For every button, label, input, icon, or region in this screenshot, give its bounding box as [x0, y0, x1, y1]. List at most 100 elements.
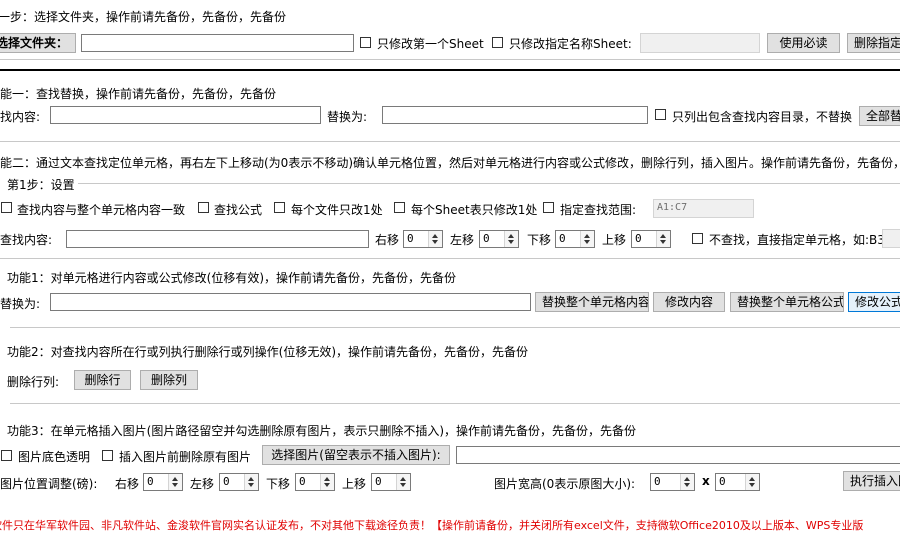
find-formula-checkbox[interactable] — [198, 202, 209, 213]
spin-arrows-icon[interactable] — [656, 231, 670, 247]
image-height-stepper[interactable]: 0 — [715, 473, 760, 491]
func2-right-label: 右移 — [375, 233, 400, 247]
sub3-left-value: 0 — [223, 475, 230, 488]
image-height-value: 0 — [719, 475, 726, 488]
once-per-sheet-label: 每个Sheet表只修改1处 — [411, 203, 538, 217]
spin-arrows-icon[interactable] — [244, 474, 258, 490]
spin-arrows-icon[interactable] — [580, 231, 594, 247]
sub3-left-stepper[interactable]: 0 — [219, 473, 259, 491]
select-folder-button[interactable]: 选择文件夹： — [0, 33, 76, 53]
image-width-value: 0 — [654, 475, 661, 488]
find-formula-label: 查找公式 — [214, 203, 263, 217]
select-image-button[interactable]: 选择图片(留空表示不插入图片): — [262, 445, 450, 465]
range-input[interactable]: A1:C7 — [653, 199, 754, 218]
func2-setup-title: 第1步：设置 — [7, 178, 75, 192]
sub3-left-label: 左移 — [190, 477, 215, 491]
sub3-right-stepper[interactable]: 0 — [143, 473, 183, 491]
divider-1 — [0, 59, 900, 60]
only-named-sheet-label: 只修改指定名称Sheet: — [509, 37, 632, 51]
spin-arrows-icon[interactable] — [504, 231, 518, 247]
size-separator: x — [702, 474, 710, 488]
modify-content-button[interactable]: 修改内容 — [653, 292, 725, 312]
sub3-title: 功能3：在单元格插入图片(图片路径留空并勾选删除原有图片，表示只删除不插入)，操… — [7, 424, 637, 438]
delete-column-button[interactable]: 删除列 — [140, 370, 198, 390]
func2-up-value: 0 — [635, 232, 642, 245]
no-find-checkbox[interactable] — [692, 233, 703, 244]
spin-arrows-icon[interactable] — [428, 231, 442, 247]
replace-all-button[interactable]: 全部替换 — [859, 106, 900, 126]
func2-up-stepper[interactable]: 0 — [631, 230, 671, 248]
delete-existing-images-label: 插入图片前删除原有图片 — [119, 450, 252, 464]
func2-down-label: 下移 — [527, 233, 552, 247]
list-only-label: 只列出包含查找内容目录，不替换 — [672, 110, 853, 124]
func1-find-input[interactable] — [50, 106, 321, 124]
sub3-down-stepper[interactable]: 0 — [295, 473, 335, 491]
setup-group-line — [78, 183, 900, 184]
image-path-input[interactable] — [456, 446, 900, 464]
whole-cell-checkbox[interactable] — [1, 202, 12, 213]
must-read-button[interactable]: 使用必读 — [767, 33, 840, 53]
range-checkbox[interactable] — [543, 202, 554, 213]
divider-2 — [0, 69, 900, 71]
sub3-right-value: 0 — [147, 475, 154, 488]
spin-arrows-icon[interactable] — [745, 474, 759, 490]
spin-arrows-icon[interactable] — [680, 474, 694, 490]
func2-left-stepper[interactable]: 0 — [479, 230, 519, 248]
insert-image-button[interactable]: 执行插入图片 — [843, 471, 900, 491]
func2-left-value: 0 — [483, 232, 490, 245]
func2-find-label: 查找内容: — [0, 233, 53, 247]
func2-title: 功能二：通过文本查找定位单元格，再右左下上移动(为0表示不移动)确认单元格位置，… — [0, 156, 900, 170]
func2-right-stepper[interactable]: 0 — [403, 230, 443, 248]
func1-title: 功能一：查找替换，操作前请先备份，先备份，先备份 — [0, 87, 277, 101]
func2-up-label: 上移 — [602, 233, 627, 247]
sub3-down-value: 0 — [299, 475, 306, 488]
folder-path-input[interactable] — [81, 34, 354, 52]
func2-left-label: 左移 — [450, 233, 475, 247]
modify-formula-button[interactable]: 修改公式 — [848, 292, 900, 312]
divider-3 — [0, 141, 900, 142]
sub3-up-stepper[interactable]: 0 — [371, 473, 411, 491]
func1-replace-input[interactable] — [382, 106, 648, 124]
only-first-sheet-checkbox[interactable] — [360, 37, 371, 48]
image-width-stepper[interactable]: 0 — [650, 473, 695, 491]
delete-row-button[interactable]: 删除行 — [74, 370, 131, 390]
sub2-delete-label: 删除行列: — [7, 375, 60, 389]
transparent-bg-checkbox[interactable] — [1, 450, 12, 461]
only-first-sheet-label: 只修改第一个Sheet — [377, 37, 484, 51]
sub1-title: 功能1：对单元格进行内容或公式修改(位移有效)，操作前请先备份，先备份，先备份 — [7, 271, 457, 285]
footer-notice: 本软件只在华军软件园、非凡软件站、金浚软件官网实名认证发布，不对其他下载途径负责… — [0, 519, 864, 532]
replace-cell-formula-button[interactable]: 替换整个单元格公式 — [730, 292, 844, 312]
divider-4 — [0, 258, 900, 259]
transparent-bg-label: 图片底色透明 — [18, 450, 91, 464]
no-find-label: 不查找，直接指定单元格，如:B3 — [709, 233, 885, 247]
delete-existing-images-checkbox[interactable] — [102, 450, 113, 461]
spin-arrows-icon[interactable] — [396, 474, 410, 490]
list-only-checkbox[interactable] — [655, 109, 666, 120]
spin-arrows-icon[interactable] — [320, 474, 334, 490]
func2-down-stepper[interactable]: 0 — [555, 230, 595, 248]
sub3-down-label: 下移 — [266, 477, 291, 491]
range-label: 指定查找范围: — [560, 203, 637, 217]
func1-replace-label: 替换为: — [327, 110, 368, 124]
sub3-up-label: 上移 — [342, 477, 367, 491]
once-per-sheet-checkbox[interactable] — [394, 202, 405, 213]
delete-named-button[interactable]: 删除指定名 — [847, 33, 900, 53]
image-pos-label: 图片位置调整(磅): — [0, 477, 98, 491]
func1-find-label: 查找内容: — [0, 110, 41, 124]
divider-6 — [10, 403, 900, 404]
step1-title: 第一步：选择文件夹，操作前请先备份，先备份，先备份 — [0, 10, 287, 24]
image-size-label: 图片宽高(0表示原图大小): — [494, 477, 636, 491]
divider-5 — [10, 327, 900, 328]
only-named-sheet-checkbox[interactable] — [492, 37, 503, 48]
replace-cell-content-button[interactable]: 替换整个单元格内容 — [535, 292, 649, 312]
spin-arrows-icon[interactable] — [168, 474, 182, 490]
sub2-title: 功能2：对查找内容所在行或列执行删除行或列操作(位移无效)，操作前请先备份，先备… — [7, 345, 529, 359]
sub1-replace-input[interactable] — [50, 293, 531, 311]
once-per-file-checkbox[interactable] — [274, 202, 285, 213]
sub3-up-value: 0 — [375, 475, 382, 488]
sub1-replace-label: 替换为: — [0, 297, 41, 311]
direct-cell-input[interactable] — [882, 229, 900, 248]
func2-find-input[interactable] — [66, 230, 369, 248]
sheet-name-input[interactable] — [640, 33, 760, 53]
once-per-file-label: 每个文件只改1处 — [291, 203, 383, 217]
